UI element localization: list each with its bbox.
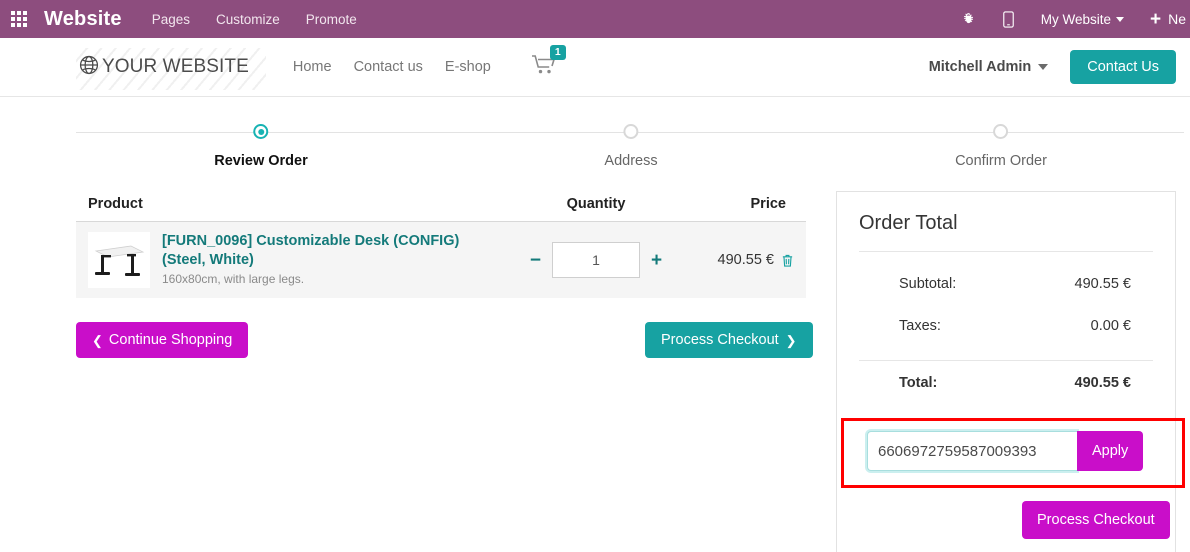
chevron-right-icon: ❯	[785, 332, 797, 348]
product-info: [FURN_0096] Customizable Desk (CONFIG) (…	[162, 232, 482, 287]
user-menu-label: Mitchell Admin	[928, 59, 1032, 75]
product-cell: [FURN_0096] Customizable Desk (CONFIG) (…	[88, 232, 506, 288]
mobile-preview-icon[interactable]	[1002, 10, 1015, 28]
order-row-subtotal: Subtotal: 490.55 €	[859, 276, 1153, 292]
menu-item-pages[interactable]: Pages	[152, 12, 190, 27]
step-dot-icon	[623, 124, 639, 139]
odoo-top-bar-right: My Website + Ne	[961, 10, 1190, 29]
nav-item-home[interactable]: Home	[293, 59, 332, 75]
apply-promo-button[interactable]: Apply	[1077, 431, 1144, 471]
step-label: Review Order	[214, 153, 308, 169]
cart-table-header: Product Quantity Price	[76, 196, 806, 222]
apps-grid-icon[interactable]	[6, 0, 32, 38]
checkout-stepper: Review Order Address Confirm Order	[76, 124, 1184, 186]
odoo-menu: Pages Customize Promote	[152, 12, 357, 27]
quantity-input[interactable]	[552, 242, 640, 278]
cart-count-badge: 1	[549, 45, 566, 61]
subtotal-value: 490.55 €	[1074, 276, 1131, 292]
step-label: Confirm Order	[955, 153, 1047, 169]
quantity-increase-button[interactable]: +	[649, 251, 664, 270]
promo-code-form: Apply	[867, 431, 1144, 471]
nav-item-eshop[interactable]: E-shop	[445, 59, 491, 75]
website-selector[interactable]: My Website	[1041, 12, 1124, 27]
menu-item-promote[interactable]: Promote	[306, 12, 357, 27]
continue-shopping-button[interactable]: ❮ Continue Shopping	[76, 322, 249, 358]
step-dot-active-icon	[253, 124, 269, 139]
odoo-top-bar: Website Pages Customize Promote My Websi…	[0, 0, 1190, 38]
order-total-panel: Order Total Subtotal: 490.55 € Taxes: 0.…	[836, 191, 1176, 552]
step-address[interactable]: Address	[604, 124, 658, 169]
column-header-price: Price	[750, 196, 786, 212]
process-checkout-button-top[interactable]: Process Checkout ❯	[645, 322, 813, 358]
new-button-label: Ne	[1168, 11, 1186, 27]
quantity-decrease-button[interactable]: −	[528, 251, 543, 270]
site-logo[interactable]: YOUR WEBSITE	[76, 47, 266, 90]
chevron-down-icon	[1115, 16, 1124, 22]
cart-table: Product Quantity Price [FURN_0096] Custo…	[76, 196, 806, 298]
user-menu[interactable]: Mitchell Admin	[929, 59, 1049, 75]
order-row-taxes: Taxes: 0.00 €	[859, 318, 1153, 334]
trash-icon[interactable]	[781, 253, 794, 268]
product-description: 160x80cm, with large legs.	[162, 272, 305, 287]
quantity-stepper: − +	[506, 242, 686, 278]
order-row-total: Total: 490.55 €	[859, 360, 1153, 391]
process-checkout-button-bottom[interactable]: Process Checkout	[1022, 501, 1170, 539]
product-thumbnail	[88, 232, 150, 288]
new-button[interactable]: + Ne	[1150, 10, 1186, 29]
menu-item-customize[interactable]: Customize	[216, 12, 280, 27]
globe-icon	[78, 54, 100, 81]
taxes-value: 0.00 €	[1090, 318, 1131, 334]
continue-shopping-label: Continue Shopping	[108, 332, 233, 348]
chevron-down-icon	[1038, 64, 1049, 70]
price-cell: 490.55 €	[686, 252, 796, 268]
step-label: Address	[604, 153, 658, 169]
table-row: [FURN_0096] Customizable Desk (CONFIG) (…	[76, 222, 806, 298]
column-header-product: Product	[88, 196, 143, 212]
nav-item-contact-us[interactable]: Contact us	[354, 59, 423, 75]
item-price: 490.55 €	[717, 252, 774, 268]
step-confirm-order[interactable]: Confirm Order	[955, 124, 1047, 169]
header-right: Mitchell Admin Contact Us	[929, 50, 1190, 84]
site-logo-text: YOUR WEBSITE	[102, 56, 249, 77]
bug-icon[interactable]	[961, 12, 976, 27]
taxes-label: Taxes:	[899, 318, 941, 334]
divider	[859, 251, 1153, 252]
subtotal-label: Subtotal:	[899, 276, 957, 292]
site-nav: Home Contact us E-shop	[293, 59, 491, 75]
promo-code-input[interactable]	[867, 431, 1077, 471]
chevron-left-icon: ❮	[92, 332, 103, 348]
process-checkout-label: Process Checkout	[661, 332, 779, 348]
total-value: 490.55 €	[1074, 375, 1131, 391]
app-brand-name[interactable]: Website	[44, 8, 122, 31]
total-label: Total:	[899, 375, 938, 391]
product-title-link[interactable]: [FURN_0096] Customizable Desk (CONFIG) (…	[162, 232, 482, 269]
cart-button[interactable]: 1	[531, 45, 566, 80]
contact-us-button[interactable]: Contact Us	[1070, 50, 1176, 84]
order-total-title: Order Total	[859, 212, 958, 234]
website-header: YOUR WEBSITE Home Contact us E-shop 1 Mi…	[0, 38, 1190, 97]
step-dot-icon	[993, 124, 1009, 139]
plus-icon: +	[1149, 8, 1162, 30]
step-review-order[interactable]: Review Order	[214, 124, 308, 169]
website-selector-label: My Website	[1040, 11, 1111, 27]
column-header-quantity: Quantity	[566, 196, 626, 212]
